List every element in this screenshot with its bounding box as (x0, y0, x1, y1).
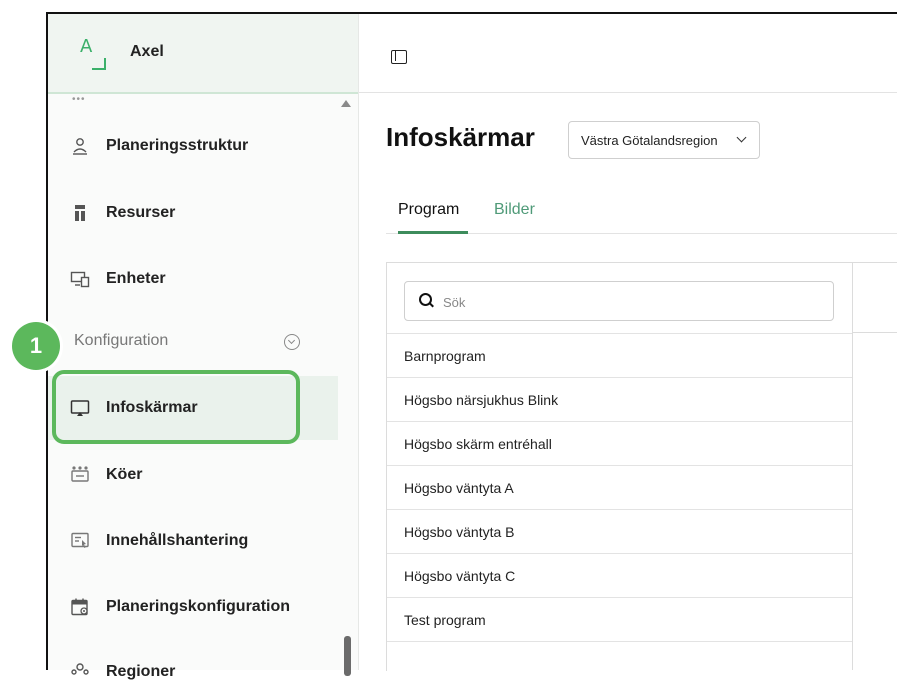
list-item-label: Test program (404, 612, 486, 628)
search-icon (419, 293, 432, 306)
queue-icon (71, 466, 89, 482)
devices-icon (70, 271, 90, 288)
collapse-chevron-icon[interactable] (284, 334, 300, 350)
list-item-empty (387, 641, 852, 685)
sidebar-item-label: Planeringskonfiguration (106, 598, 291, 615)
program-list: Barnprogram Högsbo närsjukhus Blink Högs… (387, 333, 852, 685)
sidebar-scrollbar-thumb[interactable] (344, 636, 351, 676)
list-item[interactable]: Högsbo väntyta A (387, 465, 852, 509)
sidebar-item-koer[interactable]: Köer (48, 455, 338, 495)
list-item[interactable]: Högsbo väntyta B (387, 509, 852, 553)
logo-letter: A (80, 36, 93, 57)
scroll-up-arrow-icon[interactable] (341, 100, 351, 107)
regions-icon (71, 663, 89, 675)
list-item-label: Högsbo väntyta C (404, 568, 516, 584)
calendar-settings-icon (71, 598, 88, 616)
tab-program[interactable]: Program (398, 201, 459, 219)
tab-bilder[interactable]: Bilder (494, 201, 535, 219)
chevron-down-icon (736, 132, 747, 143)
resources-icon (75, 205, 85, 221)
sidebar-item-label: Köer (106, 466, 143, 483)
content-management-icon (71, 532, 89, 548)
highlight-callout-box (52, 370, 300, 444)
callout-number-badge: 1 (12, 322, 60, 370)
sidebar-item-label: Enheter (106, 270, 166, 287)
section-label-konfiguration: Konfiguration (74, 332, 169, 349)
scroll-more-indicator: ••• (72, 94, 86, 105)
sidebar-item-planeringskonfiguration[interactable]: Planeringskonfiguration (48, 587, 338, 627)
sidebar-toggle-icon[interactable] (391, 50, 407, 64)
panel-divider (852, 262, 853, 670)
sidebar: A Axel ••• Planeringsstruktur Resurser E… (48, 14, 359, 680)
region-select-value: Västra Götalandsregion (581, 133, 718, 148)
active-tab-indicator (398, 231, 468, 234)
sidebar-item-label: Regioner (106, 663, 176, 680)
sidebar-item-label: Innehållshantering (106, 532, 249, 549)
app-name: Axel (130, 43, 164, 60)
list-item-label: Högsbo närsjukhus Blink (404, 392, 559, 408)
search-input[interactable] (441, 291, 825, 313)
panel-row-divider (853, 332, 897, 333)
topbar (359, 14, 897, 93)
page-title: Infoskärmar (386, 122, 535, 152)
list-item[interactable]: Test program (387, 597, 852, 641)
sidebar-item-innehallshantering[interactable]: Innehållshantering (48, 521, 338, 561)
list-item-label: Högsbo väntyta A (404, 480, 514, 496)
list-item[interactable]: Högsbo närsjukhus Blink (387, 377, 852, 421)
sidebar-item-regioner[interactable]: Regioner (48, 652, 338, 692)
list-item[interactable]: Högsbo skärm entréhall (387, 421, 852, 465)
sidebar-item-label: Planeringsstruktur (106, 137, 249, 154)
org-structure-icon (73, 138, 87, 155)
sidebar-item-enheter[interactable]: Enheter (48, 259, 338, 299)
sidebar-item-resurser[interactable]: Resurser (48, 193, 338, 233)
list-item[interactable]: Högsbo väntyta C (387, 553, 852, 597)
search-field[interactable] (404, 281, 834, 321)
list-item[interactable]: Barnprogram (387, 333, 852, 377)
axel-logo-icon: A (80, 36, 114, 72)
list-item-label: Högsbo skärm entréhall (404, 436, 552, 452)
region-select[interactable]: Västra Götalandsregion (568, 121, 760, 159)
sidebar-item-label: Resurser (106, 204, 176, 221)
sidebar-header: A Axel (48, 14, 358, 94)
sidebar-item-planeringsstruktur[interactable]: Planeringsstruktur (48, 126, 338, 166)
list-item-label: Barnprogram (404, 348, 486, 364)
list-item-label: Högsbo väntyta B (404, 524, 515, 540)
